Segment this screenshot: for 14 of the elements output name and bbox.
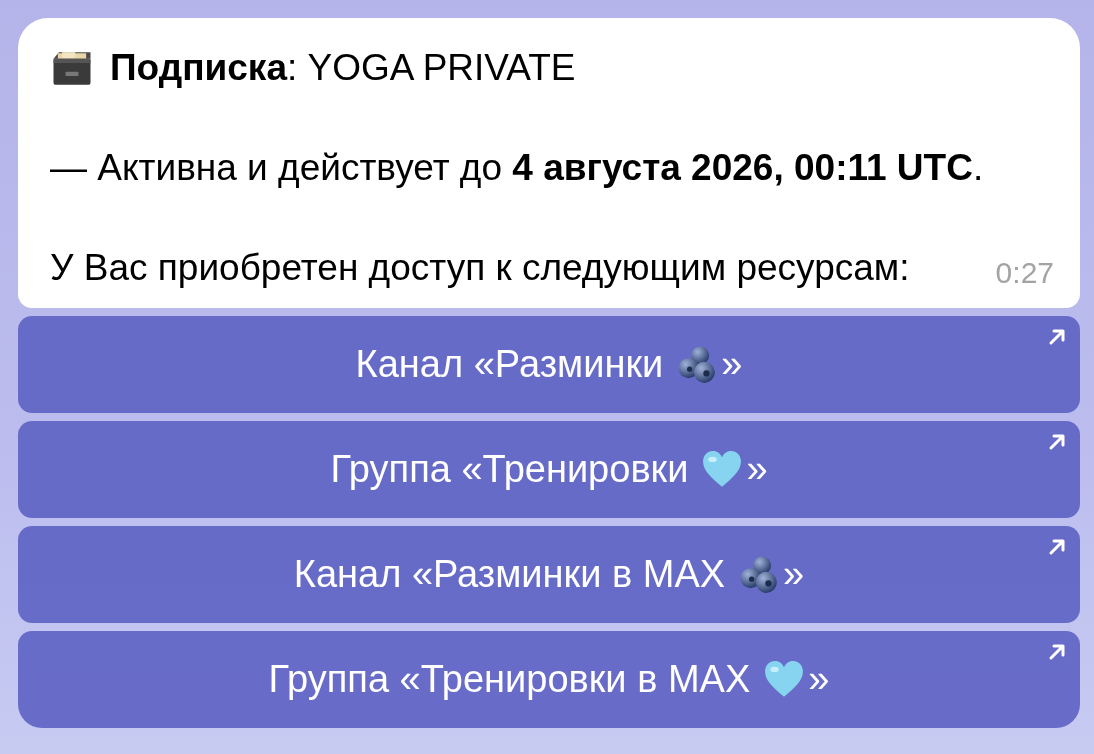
subscription-title: Подписка: YOGA PRIVATE [110, 46, 576, 90]
arrow-icon [1048, 433, 1066, 451]
resources-text: У Вас приобретен доступ к следующим ресурсам: [50, 246, 911, 290]
berries-icon [677, 344, 718, 385]
arrow-icon [1048, 538, 1066, 556]
link-button[interactable]: Канал «Разминки » [18, 316, 1080, 413]
link-button[interactable]: Группа «Тренировки » [18, 421, 1080, 518]
berries-icon [739, 554, 780, 595]
link-button[interactable]: Канал «Разминки в MAX » [18, 526, 1080, 623]
arrow-icon [1048, 643, 1066, 661]
message-time: 0:27 [995, 255, 1054, 291]
status-text: — Активна и действует до 4 августа 2026, 00:11 UTC. [50, 146, 985, 190]
link-button[interactable]: Группа «Тренировки в MAX » [18, 631, 1080, 728]
arrow-icon [1048, 328, 1066, 346]
